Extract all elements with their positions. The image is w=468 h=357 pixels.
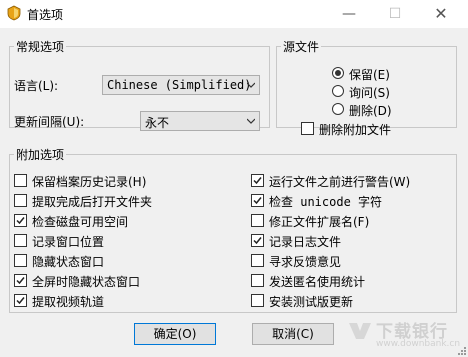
update-interval-select-value: 永不 [145, 116, 170, 130]
checkbox-box[interactable] [14, 194, 27, 207]
radio-delete-circle[interactable] [332, 103, 344, 115]
radio-keep-circle[interactable] [332, 67, 344, 79]
checkbox-box[interactable] [14, 234, 27, 247]
delete-extra-files-label: 删除附加文件 [319, 123, 392, 137]
checkbox-box[interactable] [251, 214, 264, 227]
radio-ask-label: 询问(S) [349, 86, 390, 100]
source-file-legend: 源文件 [283, 40, 320, 54]
chevron-down-icon [247, 82, 255, 88]
title-bar: 首选项 — ☐ ✕ [0, 0, 468, 28]
general-options-group: 常规选项 语言(L): Chinese (Simplified) 更新间隔(U)… [9, 38, 270, 131]
option-checkbox-label: 提取完成后打开文件夹 [32, 195, 153, 209]
resize-grip-icon[interactable] [458, 347, 466, 355]
checkbox-box[interactable] [251, 294, 264, 307]
option-checkbox-label: 安装测试版更新 [269, 295, 354, 309]
option-checkbox-label: 寻求反馈意见 [269, 255, 342, 269]
checkbox-box[interactable] [301, 122, 314, 135]
checkmark-icon [16, 297, 25, 305]
checkbox-box[interactable] [14, 214, 27, 227]
close-button[interactable]: ✕ [418, 0, 464, 28]
app-icon [7, 5, 21, 21]
checkbox-box[interactable] [14, 274, 27, 287]
watermark-logo-icon [349, 323, 371, 339]
language-select[interactable]: Chinese (Simplified) [102, 75, 260, 95]
general-options-legend: 常规选项 [16, 40, 65, 54]
option-checkbox-label: 运行文件之前进行警告(W) [269, 175, 411, 189]
option-checkbox-label: 记录日志文件 [269, 235, 342, 249]
radio-keep-label: 保留(E) [349, 68, 390, 82]
checkbox-box[interactable] [251, 254, 264, 267]
window-title: 首选项 [27, 8, 64, 22]
update-interval-label: 更新间隔(U): [14, 115, 85, 129]
option-checkbox-label: 修正文件扩展名(F) [269, 215, 370, 229]
option-checkbox-label: 隐藏状态窗口 [32, 255, 105, 269]
additional-options-group: 附加选项 保留档案历史记录(H) 提取完成后打开文件夹 检查磁盘可用空间 记录窗口位置… [9, 146, 457, 313]
language-select-value: Chinese (Simplified) [107, 78, 252, 92]
watermark-url: www.downbank.cn [376, 339, 461, 349]
radio-delete-label: 删除(D) [349, 104, 392, 118]
watermark: 下载银行 www.downbank.cn [346, 315, 466, 355]
option-checkbox-label: 检查磁盘可用空间 [32, 215, 129, 229]
checkmark-icon [253, 197, 262, 205]
checkmark-icon [253, 237, 262, 245]
option-checkbox-label: 保留档案历史记录(H) [32, 175, 147, 189]
checkbox-box[interactable] [14, 254, 27, 267]
checkbox-box[interactable] [251, 174, 264, 187]
option-checkbox-label: 记录窗口位置 [32, 235, 105, 249]
option-checkbox-label: 提取视频轨道 [32, 295, 105, 309]
chevron-down-icon [247, 118, 255, 124]
minimize-button[interactable]: — [326, 0, 372, 28]
checkbox-box[interactable] [14, 294, 27, 307]
source-file-group: 源文件 保留(E) 询问(S) 删除(D) 删除附加文件 [276, 38, 457, 137]
checkmark-icon [16, 217, 25, 225]
ok-button[interactable]: 确定(O) [134, 323, 216, 345]
option-checkbox-label: 检查 unicode 字符 [269, 195, 383, 209]
checkbox-box[interactable] [251, 194, 264, 207]
checkbox-box[interactable] [251, 234, 264, 247]
option-checkbox-label: 全屏时隐藏状态窗口 [32, 275, 141, 289]
language-label: 语言(L): [14, 79, 59, 93]
checkbox-box[interactable] [14, 174, 27, 187]
checkmark-icon [16, 277, 25, 285]
radio-ask-circle[interactable] [332, 85, 344, 97]
maximize-button[interactable]: ☐ [372, 0, 418, 28]
update-interval-select[interactable]: 永不 [140, 111, 260, 131]
additional-options-legend: 附加选项 [16, 148, 65, 162]
checkmark-icon [253, 177, 262, 185]
checkbox-box[interactable] [251, 274, 264, 287]
cancel-button[interactable]: 取消(C) [252, 323, 334, 345]
option-checkbox-label: 发送匿名使用统计 [269, 275, 366, 289]
radio-selected-dot [335, 70, 341, 76]
